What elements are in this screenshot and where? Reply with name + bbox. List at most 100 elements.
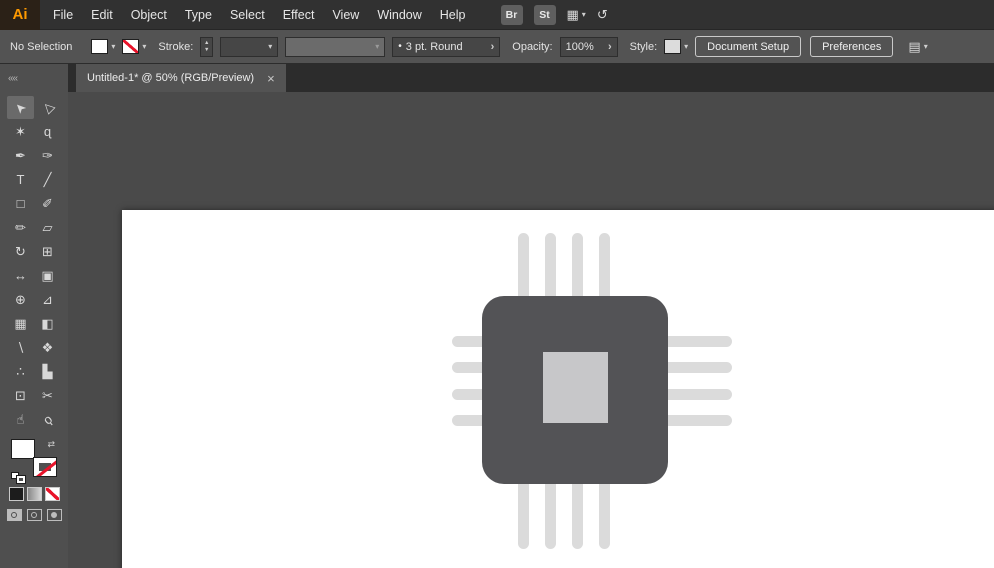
chip-pin-top-3: [572, 233, 583, 305]
width-profile-dropdown[interactable]: ▾: [285, 37, 385, 57]
chip-pin-bottom-4: [599, 477, 610, 549]
magic-wand-tool[interactable]: ✶: [7, 120, 34, 143]
mesh-tool[interactable]: ▦: [7, 312, 34, 335]
scale-tool[interactable]: ⊞: [34, 240, 61, 263]
menu-help[interactable]: Help: [431, 8, 475, 22]
chip-pin-right-1: [658, 336, 732, 347]
none-mode-button[interactable]: [45, 487, 60, 501]
stroke-weight-dropdown[interactable]: ▾: [220, 37, 278, 57]
rotate-tool[interactable]: ↻: [7, 240, 34, 263]
stepper-down-icon[interactable]: ▼: [204, 47, 209, 54]
brush-definition-dropdown[interactable]: • 3 pt. Round ›: [392, 37, 500, 57]
free-transform-tool[interactable]: ▣: [34, 264, 61, 287]
style-dropdown[interactable]: ▾: [664, 39, 688, 54]
chevron-right-icon: ›: [608, 41, 612, 53]
chevron-right-icon: ›: [491, 41, 495, 53]
menu-view[interactable]: View: [323, 8, 368, 22]
illustrator-logo-icon: Ai: [0, 0, 40, 30]
gradient-mode-button[interactable]: [27, 487, 42, 501]
paintbrush-tool[interactable]: ✐: [34, 192, 61, 215]
fill-color-dropdown[interactable]: ▾: [91, 39, 115, 54]
chevron-down-icon: ▾: [111, 42, 115, 51]
shape-builder-tool-icon: ⊕: [15, 292, 26, 308]
curvature-tool[interactable]: ✑: [34, 144, 61, 167]
column-graph-tool-icon: ▙: [43, 364, 53, 380]
opacity-dropdown[interactable]: 100% ›: [560, 37, 618, 57]
stroke-color-dropdown[interactable]: ▾: [122, 39, 146, 54]
preferences-button[interactable]: Preferences: [810, 36, 893, 57]
slice-tool[interactable]: ✂: [34, 384, 61, 407]
draw-behind-icon: [31, 512, 37, 518]
rectangle-tool[interactable]: □: [7, 192, 34, 215]
menu-type[interactable]: Type: [176, 8, 221, 22]
stroke-weight-stepper[interactable]: ▲ ▼: [200, 37, 213, 57]
bridge-button[interactable]: Br: [501, 5, 523, 25]
pencil-tool[interactable]: ✏: [7, 216, 34, 239]
arrange-documents-button[interactable]: ▦ ▾: [567, 7, 586, 23]
fill-stroke-widget: ⇄: [11, 439, 57, 483]
direct-selection-tool-icon: ▷: [38, 98, 56, 116]
artboard[interactable]: [122, 210, 994, 568]
menu-object[interactable]: Object: [122, 8, 176, 22]
menu-window[interactable]: Window: [368, 8, 430, 22]
menu-file[interactable]: File: [44, 8, 82, 22]
draw-normal-button[interactable]: [7, 509, 22, 521]
stepper-up-icon[interactable]: ▲: [204, 40, 209, 47]
tools-grid: ➤ ▷✶ɋ✒ ✑ T ╱ □ ✐✏▱↻⊞↔▣ ⊕ ⊿▦◧ ∖ ❖∴ ▙ ⊡✂☝ϙ: [7, 96, 61, 431]
hand-tool[interactable]: ☝: [7, 408, 34, 431]
draw-behind-button[interactable]: [27, 509, 42, 521]
eyedropper-tool[interactable]: ∖: [7, 336, 34, 359]
curvature-tool-icon: ✑: [42, 148, 53, 164]
menu-effect[interactable]: Effect: [274, 8, 324, 22]
default-stroke-icon: [17, 476, 25, 483]
stroke-color-swatch[interactable]: [33, 457, 57, 477]
rectangle-tool-icon: □: [17, 196, 25, 211]
draw-inside-button[interactable]: [47, 509, 62, 521]
chip-pin-bottom-3: [572, 477, 583, 549]
default-fill-stroke-button[interactable]: [11, 472, 25, 483]
chip-pin-top-2: [545, 233, 556, 305]
color-mode-button[interactable]: [9, 487, 24, 501]
selection-tool-icon: ➤: [11, 98, 30, 117]
tab-bar: «« Untitled-1* @ 50% (RGB/Preview) ×: [0, 64, 994, 92]
artboard-tool[interactable]: ⊡: [7, 384, 34, 407]
type-tool[interactable]: T: [7, 168, 34, 191]
microchip-artwork[interactable]: [122, 210, 994, 568]
gpu-performance-icon[interactable]: ↺: [597, 7, 608, 23]
fill-swatch: [91, 39, 108, 54]
brush-stroke-icon: •: [398, 41, 402, 52]
stock-button[interactable]: St: [534, 5, 556, 25]
collapse-panels-button[interactable]: ««: [8, 73, 17, 84]
swap-fill-stroke-button[interactable]: ⇄: [47, 439, 55, 450]
selection-tool[interactable]: ➤: [7, 96, 34, 119]
width-tool[interactable]: ↔: [7, 264, 34, 287]
document-tab[interactable]: Untitled-1* @ 50% (RGB/Preview) ×: [76, 64, 286, 92]
type-tool-icon: T: [17, 172, 25, 187]
shape-builder-tool[interactable]: ⊕: [7, 288, 34, 311]
eyedropper-tool-icon: ∖: [16, 340, 24, 356]
direct-selection-tool[interactable]: ▷: [34, 96, 61, 119]
close-tab-button[interactable]: ×: [267, 71, 275, 86]
chip-pin-top-1: [518, 233, 529, 305]
panel-menu-icon: ▤: [908, 39, 920, 55]
lasso-tool[interactable]: ɋ: [34, 120, 61, 143]
chevron-down-icon: ▾: [582, 10, 586, 19]
panel-menu-button[interactable]: ▤ ▾: [908, 39, 927, 55]
column-graph-tool[interactable]: ▙: [34, 360, 61, 383]
blend-tool[interactable]: ❖: [34, 336, 61, 359]
menu-select[interactable]: Select: [221, 8, 274, 22]
menu-edit[interactable]: Edit: [82, 8, 122, 22]
line-segment-tool[interactable]: ╱: [34, 168, 61, 191]
zoom-tool[interactable]: ϙ: [34, 408, 61, 431]
paint-mode-row: [0, 487, 68, 501]
pen-tool[interactable]: ✒: [7, 144, 34, 167]
gradient-tool[interactable]: ◧: [34, 312, 61, 335]
draw-mode-row: [0, 509, 68, 521]
eraser-tool[interactable]: ▱: [34, 216, 61, 239]
stroke-none-swatch: [122, 39, 139, 54]
canvas[interactable]: [68, 92, 994, 568]
fill-color-swatch[interactable]: [11, 439, 35, 459]
symbol-sprayer-tool[interactable]: ∴: [7, 360, 34, 383]
document-setup-button[interactable]: Document Setup: [695, 36, 801, 57]
perspective-grid-tool[interactable]: ⊿: [34, 288, 61, 311]
